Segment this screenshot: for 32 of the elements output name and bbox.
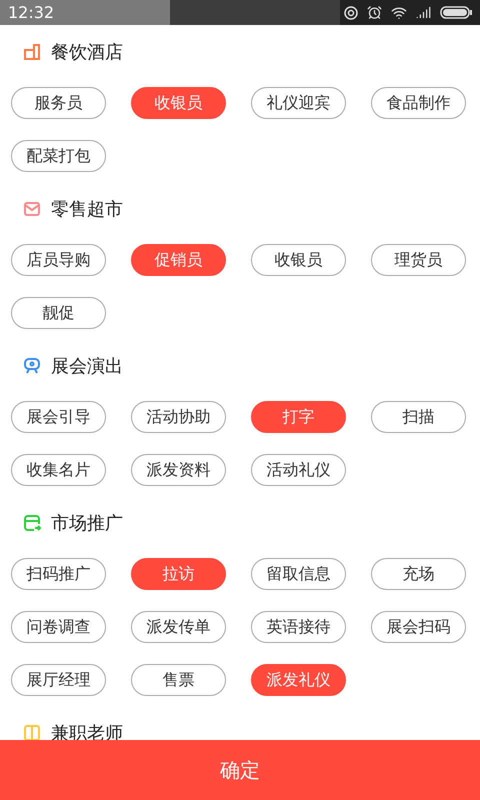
signal-icon <box>416 5 431 20</box>
tag-chip[interactable]: 英语接待 <box>251 611 346 643</box>
alarm-icon <box>367 5 382 20</box>
section-title: 展会演出 <box>51 354 123 378</box>
tag-chip[interactable]: 充场 <box>371 558 466 590</box>
section-title: 市场推广 <box>51 512 123 536</box>
tag-chip[interactable]: 理货员 <box>371 244 466 276</box>
tag-chip[interactable]: 扫描 <box>371 401 466 433</box>
tag-chip[interactable]: 派发资料 <box>131 454 226 486</box>
tag-chip[interactable]: 靓促 <box>11 297 106 329</box>
tag-chip[interactable]: 礼仪迎宾 <box>251 87 346 119</box>
tag-chip[interactable]: 收集名片 <box>11 454 106 486</box>
tag-chip[interactable]: 问卷调查 <box>11 611 106 643</box>
tag-chip[interactable]: 配菜打包 <box>11 140 106 172</box>
tag-chip[interactable]: 扫码推广 <box>11 558 106 590</box>
tag-chip[interactable]: 收银员 <box>251 244 346 276</box>
tag-chip[interactable]: 展会扫码 <box>371 611 466 643</box>
tag-chip[interactable]: 活动协助 <box>131 401 226 433</box>
tag-chip[interactable]: 服务员 <box>11 87 106 119</box>
tag-chip[interactable]: 活动礼仪 <box>251 454 346 486</box>
tag-chip[interactable]: 食品制作 <box>371 87 466 119</box>
tag-chip[interactable]: 展会引导 <box>11 401 106 433</box>
battery-icon <box>440 6 472 19</box>
tag-chip[interactable]: 留取信息 <box>251 558 346 590</box>
tag-chip[interactable]: 店员导购 <box>11 244 106 276</box>
wifi-icon <box>391 4 407 20</box>
section-title: 零售超市 <box>51 198 123 222</box>
status-time: 12:32 <box>8 2 54 24</box>
tag-chip[interactable]: 展厅经理 <box>11 664 106 696</box>
tag-chip[interactable]: 售票 <box>131 664 226 696</box>
tag-chip[interactable]: 派发传单 <box>131 611 226 643</box>
section-title: 餐饮酒店 <box>51 40 123 64</box>
